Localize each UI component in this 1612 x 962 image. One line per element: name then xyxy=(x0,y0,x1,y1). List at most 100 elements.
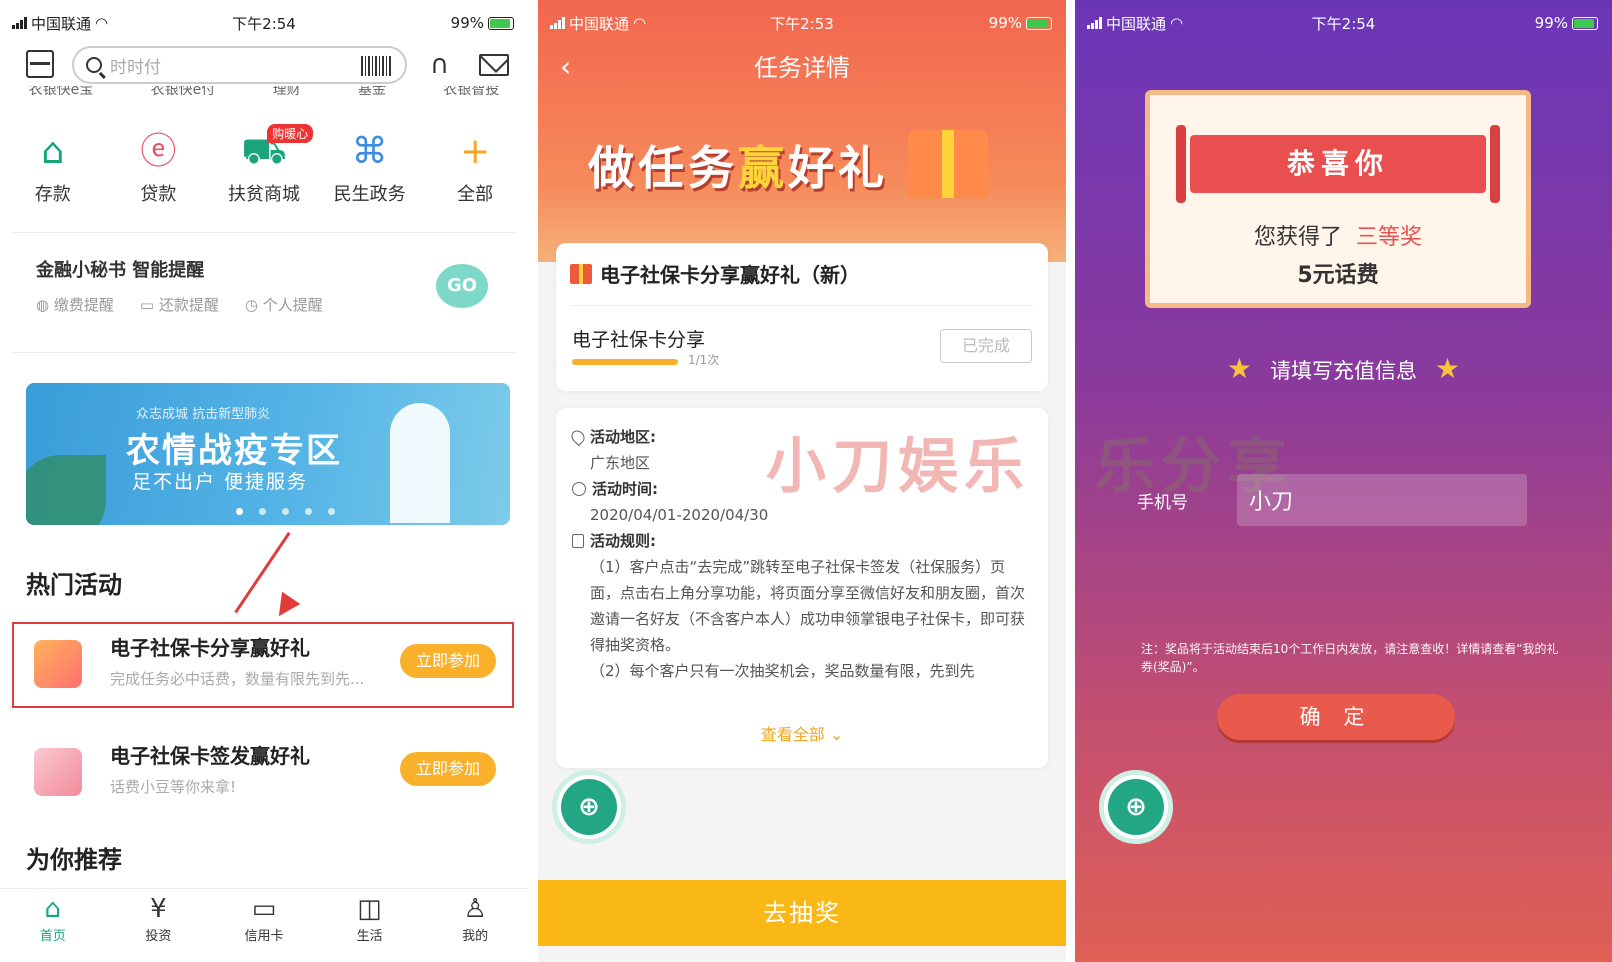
tab-label: 信用卡 xyxy=(244,929,284,944)
doctor-illustration xyxy=(390,403,450,523)
tab-home[interactable]: ⌂ 首页 xyxy=(0,889,106,948)
quick-label: 存款 xyxy=(34,184,71,205)
search-placeholder: 时时付 xyxy=(110,57,161,78)
star-icon: ★ xyxy=(1226,352,1252,385)
page-title: 任务详情 xyxy=(754,54,850,82)
banner-sub: 足不出户 便捷服务 xyxy=(132,471,309,493)
area-label: 活动地区: xyxy=(590,428,656,446)
promo-banner[interactable]: 众志成城 抗击新型肺炎 农情战疫专区 足不出户 便捷服务 xyxy=(26,383,510,525)
leaf-decoration xyxy=(26,455,106,525)
prize-level: 三等奖 xyxy=(1356,225,1423,250)
banner-title: 农情战疫专区 xyxy=(126,431,342,471)
quick-deposit[interactable]: ⌂ 存款 xyxy=(0,130,106,210)
tab-label: 生活 xyxy=(356,929,383,944)
chevron-down-icon: ⌄ xyxy=(829,725,844,744)
section-title-recommend: 为你推荐 xyxy=(26,846,122,874)
cut-item[interactable]: 农银智投 xyxy=(443,86,499,100)
time-label: 活动时间: xyxy=(592,480,658,498)
watermark-text: 小刀娱乐 xyxy=(766,432,1030,502)
battery-percent: 99% xyxy=(1534,14,1568,32)
barcode-icon[interactable] xyxy=(361,56,391,76)
search-input[interactable]: 时时付 xyxy=(72,46,407,84)
clock-icon xyxy=(572,482,586,496)
fill-title-label: 请填写充值信息 xyxy=(1270,359,1417,383)
reminder-repayment[interactable]: ▭ 还款提醒 xyxy=(140,294,219,315)
panel-divider xyxy=(1066,0,1075,962)
tab-credit-card[interactable]: ▭ 信用卡 xyxy=(211,889,317,948)
battery-percent: 99% xyxy=(988,14,1022,32)
user-icon: ♙ xyxy=(463,894,487,924)
scan-icon[interactable] xyxy=(26,50,54,78)
quick-loan[interactable]: ⓔ 贷款 xyxy=(106,130,212,210)
slogan-part: 好礼 xyxy=(788,141,888,195)
phone-input[interactable] xyxy=(1237,474,1527,526)
reminder-payment[interactable]: ◍ 缴费提醒 xyxy=(36,294,114,315)
invest-icon: ¥ xyxy=(150,894,167,924)
tab-life[interactable]: ◫ 生活 xyxy=(317,889,423,948)
section-title-hot: 热门活动 xyxy=(26,571,122,599)
battery-icon xyxy=(1026,16,1052,30)
slogan: 做任务赢好礼 xyxy=(588,132,888,198)
activity-name: 电子社保卡签发赢好礼 xyxy=(110,744,310,768)
reminder-label: 还款提醒 xyxy=(158,296,219,314)
task-header: 中国联通 ◠ 下午2:53 99% ‹ 任务详情 做任务赢好礼 xyxy=(538,0,1066,262)
rule-2: （2）每个客户只有一次抽奖机会，奖品数量有限，先到先 xyxy=(590,662,975,680)
mail-icon[interactable] xyxy=(479,54,509,76)
join-button[interactable]: 立即参加 xyxy=(400,752,496,786)
gift-icon xyxy=(570,263,592,284)
cut-item[interactable]: 基金 xyxy=(358,86,386,100)
reminder-personal[interactable]: ◷ 个人提醒 xyxy=(245,294,323,315)
rule-1: （1）客户点击“去完成”跳转至电子社保卡签发（社保服务）页面，点击右上角分享功能… xyxy=(590,558,1026,654)
hot-tag: 购暖心 xyxy=(267,124,314,143)
time-value: 2020/04/01-2020/04/30 xyxy=(590,506,769,524)
tab-mine[interactable]: ♙ 我的 xyxy=(422,889,528,948)
quick-government[interactable]: ⌘ 民生政务 xyxy=(317,130,423,210)
tab-invest[interactable]: ¥ 投资 xyxy=(106,889,212,948)
quick-mall[interactable]: 购暖心 ⛟ 扶贫商城 xyxy=(211,124,317,210)
quick-label: 扶贫商城 xyxy=(227,184,300,205)
view-all-link[interactable]: 查看全部 ⌄ xyxy=(556,722,1048,748)
quick-label: 全部 xyxy=(457,184,494,205)
slogan-part: 赢 xyxy=(738,141,788,195)
quick-all[interactable]: + 全部 xyxy=(422,130,528,210)
prize-screen: 中国联通 ◠ 下午2:54 99% 恭喜你 您获得了 三等奖 5元话费 ★ 请填写充值… xyxy=(1075,0,1612,962)
phone-label: 手机号 xyxy=(1137,493,1188,513)
go-button[interactable]: GO xyxy=(436,264,488,308)
document-icon xyxy=(572,534,584,548)
cut-item[interactable]: 农银快e宝 xyxy=(29,86,94,100)
status-bar: 中国联通 ◠ 下午2:53 99% xyxy=(538,10,1066,36)
location-icon xyxy=(568,427,588,447)
bank-home-screen: 中国联通 ◠ 下午2:54 99% 时时付 ∩ 农银快e宝 农银快e付 理财 基金… xyxy=(0,0,528,962)
task-progress-text: 1/1次 xyxy=(688,353,720,367)
clock: 下午2:53 xyxy=(770,14,834,33)
headset-icon[interactable]: ∩ xyxy=(430,50,449,80)
quick-menu: ⌂ 存款 ⓔ 贷款 购暖心 ⛟ 扶贫商城 ⌘ 民生政务 + 全部 xyxy=(0,124,528,210)
home-icon: ⌂ xyxy=(44,894,62,924)
battery-icon xyxy=(488,16,514,30)
cut-item[interactable]: 理财 xyxy=(273,86,301,100)
clock: 下午2:54 xyxy=(1311,14,1376,33)
draw-button[interactable]: 去抽奖 xyxy=(538,880,1066,946)
credit-card-icon: ▭ xyxy=(251,894,277,924)
activity-item[interactable]: 电子社保卡签发赢好礼 话费小豆等你来拿! 立即参加 xyxy=(26,732,514,812)
bank-logo-inner: ⊕ xyxy=(1108,779,1164,835)
quick-label: 民生政务 xyxy=(333,184,406,205)
divider xyxy=(570,305,1034,306)
quick-label: 贷款 xyxy=(140,184,177,205)
cut-item[interactable]: 农银快e付 xyxy=(151,86,216,100)
loan-icon: ⓔ xyxy=(140,131,177,172)
completed-button[interactable]: 已完成 xyxy=(940,329,1032,363)
reminder-label: 缴费提醒 xyxy=(53,296,114,314)
bank-logo-icon[interactable]: ⊕ xyxy=(552,770,626,844)
bank-logo-icon[interactable]: ⊕ xyxy=(1099,770,1173,844)
government-icon: ⌘ xyxy=(351,131,388,172)
status-bar: 中国联通 ◠ 下午2:54 99% xyxy=(0,10,528,36)
phone-row: 手机号 xyxy=(1137,474,1554,526)
battery-icon xyxy=(1572,16,1598,30)
confirm-button[interactable]: 确 定 xyxy=(1217,694,1455,740)
won-prefix: 您获得了 xyxy=(1253,225,1342,250)
smart-reminder: 金融小秘书 智能提醒 ◍ 缴费提醒 ▭ 还款提醒 ◷ 个人提醒 GO xyxy=(36,256,508,315)
carousel-dots[interactable] xyxy=(236,508,335,515)
reminder-label: 个人提醒 xyxy=(262,296,323,314)
tab-bar: ⌂ 首页 ¥ 投资 ▭ 信用卡 ◫ 生活 ♙ 我的 xyxy=(0,888,528,948)
